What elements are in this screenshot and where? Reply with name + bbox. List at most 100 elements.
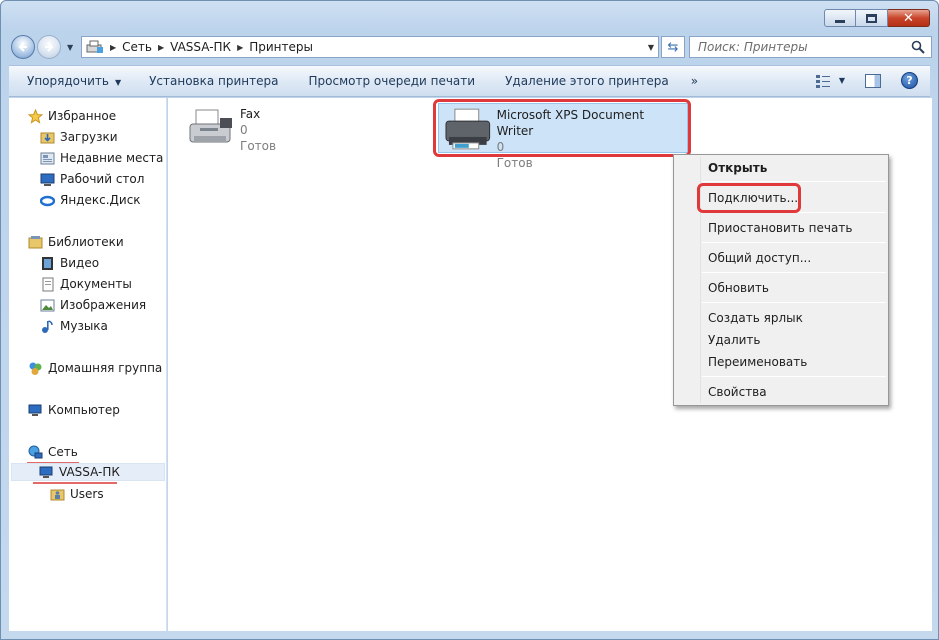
- nav-item-video[interactable]: Видео: [39, 254, 99, 272]
- nav-item-vassa-pc[interactable]: VASSA-ПК: [11, 463, 165, 481]
- address-dropdown-icon[interactable]: ▼: [648, 43, 654, 52]
- chevron-right-icon[interactable]: ▶: [158, 43, 164, 52]
- menu-item-delete[interactable]: Удалить: [708, 333, 761, 347]
- navigation-pane: Избранное Загрузки Недавние места Рабочи…: [9, 98, 167, 631]
- nav-item-network[interactable]: Сеть: [27, 443, 78, 461]
- printers-folder-icon: [86, 40, 103, 53]
- chevron-down-icon: ▼: [114, 78, 122, 87]
- nav-item-downloads[interactable]: Загрузки: [39, 128, 118, 146]
- view-dropdown-icon[interactable]: ▼: [839, 76, 845, 85]
- annotation-highlight-connect: [697, 183, 801, 213]
- nav-item-documents[interactable]: Документы: [39, 275, 132, 293]
- forward-button[interactable]: [37, 35, 61, 59]
- nav-label: Рабочий стол: [60, 172, 145, 186]
- refresh-button[interactable]: ⇆: [661, 36, 685, 58]
- search-box[interactable]: [689, 36, 932, 58]
- chevron-right-icon[interactable]: ▶: [237, 43, 243, 52]
- minimize-button[interactable]: [824, 9, 856, 27]
- chevron-right-icon[interactable]: ▶: [110, 43, 116, 52]
- navigation-row: ▼ ▶ Сеть ▶ VASSA-ПК ▶ Принтеры ▼ ⇆: [9, 33, 932, 61]
- minimize-icon: [835, 19, 845, 23]
- view-queue-button[interactable]: Просмотр очереди печати: [308, 74, 475, 88]
- printer-status: Готов: [496, 156, 533, 170]
- printer-status: Готов: [240, 139, 277, 153]
- preview-pane-icon[interactable]: [865, 73, 881, 88]
- desktop-icon: [39, 171, 55, 187]
- view-controls: ▼ ?: [815, 72, 918, 89]
- nav-item-recent-places[interactable]: Недавние места: [39, 149, 163, 167]
- nav-label: Домашняя группа: [48, 361, 163, 375]
- computer-icon: [38, 464, 54, 480]
- menu-item-rename[interactable]: Переименовать: [708, 355, 807, 369]
- nav-label: Компьютер: [48, 403, 120, 417]
- network-icon: [27, 444, 43, 460]
- annotation-highlight-printer: [433, 99, 691, 157]
- add-printer-button[interactable]: Установка принтера: [149, 74, 278, 88]
- breadcrumb-network[interactable]: Сеть: [122, 40, 152, 54]
- printer-item-fax[interactable]: Fax 0 Готов: [186, 106, 276, 154]
- arrow-right-icon: [45, 42, 54, 52]
- caption-buttons: ✕: [824, 9, 930, 27]
- nav-label: VASSA-ПК: [59, 465, 120, 479]
- video-icon: [39, 255, 55, 271]
- menu-separator: [702, 181, 886, 182]
- nav-label: Яндекс.Диск: [60, 193, 141, 207]
- menu-separator: [702, 376, 886, 377]
- libraries-icon: [27, 234, 43, 250]
- printer-text: Fax 0 Готов: [240, 106, 276, 154]
- nav-label: Загрузки: [60, 130, 118, 144]
- menu-separator: [702, 242, 886, 243]
- recent-pages-dropdown[interactable]: ▼: [67, 43, 73, 52]
- close-button[interactable]: ✕: [888, 9, 930, 27]
- nav-label: Библиотеки: [48, 235, 124, 249]
- more-commands-button[interactable]: »: [691, 74, 698, 88]
- computer-icon: [27, 402, 43, 418]
- help-icon[interactable]: ?: [901, 72, 918, 89]
- fax-icon: [189, 109, 232, 143]
- homegroup-icon: [27, 360, 43, 376]
- recent-places-icon: [39, 150, 55, 166]
- arrow-left-icon: [18, 42, 27, 52]
- menu-item-properties[interactable]: Свойства: [708, 385, 767, 399]
- music-icon: [39, 318, 55, 334]
- refresh-icon: ⇆: [667, 39, 679, 55]
- nav-label: Видео: [60, 256, 100, 270]
- downloads-folder-icon: [39, 129, 55, 145]
- nav-label: Недавние места: [60, 151, 164, 165]
- back-button[interactable]: [11, 35, 35, 59]
- menu-item-sharing[interactable]: Общий доступ...: [708, 251, 811, 265]
- nav-item-homegroup[interactable]: Домашняя группа: [27, 359, 162, 377]
- nav-item-computer[interactable]: Компьютер: [27, 401, 120, 419]
- delete-printer-button[interactable]: Удаление этого принтера: [505, 74, 669, 88]
- breadcrumb-printers[interactable]: Принтеры: [249, 40, 313, 54]
- nav-item-music[interactable]: Музыка: [39, 317, 108, 335]
- breadcrumb-vassa-pc[interactable]: VASSA-ПК: [170, 40, 231, 54]
- pictures-icon: [39, 297, 55, 313]
- nav-item-users[interactable]: Users: [49, 485, 104, 503]
- nav-label: Изображения: [60, 298, 147, 312]
- menu-item-open[interactable]: Открыть: [708, 161, 767, 175]
- nav-item-desktop[interactable]: Рабочий стол: [39, 170, 144, 188]
- organize-menu-button[interactable]: Упорядочить ▼: [27, 74, 121, 88]
- shared-folder-icon: [49, 486, 65, 502]
- view-options-icon[interactable]: [815, 73, 831, 89]
- printer-jobs: 0: [240, 123, 248, 137]
- nav-item-yandex-disk[interactable]: Яндекс.Диск: [39, 191, 141, 209]
- menu-separator: [702, 302, 886, 303]
- menu-item-refresh[interactable]: Обновить: [708, 281, 769, 295]
- command-bar: Упорядочить ▼ Установка принтера Просмотр…: [9, 65, 930, 97]
- nav-item-libraries[interactable]: Библиотеки: [27, 233, 124, 251]
- nav-label: Users: [70, 487, 104, 501]
- nav-label: Музыка: [60, 319, 108, 333]
- nav-item-pictures[interactable]: Изображения: [39, 296, 146, 314]
- nav-item-favorites[interactable]: Избранное: [27, 107, 116, 125]
- address-bar[interactable]: ▶ Сеть ▶ VASSA-ПК ▶ Принтеры ▼: [81, 36, 659, 58]
- nav-label: Сеть: [48, 445, 78, 459]
- star-icon: [27, 108, 43, 124]
- search-input[interactable]: [698, 40, 898, 54]
- menu-item-create-shortcut[interactable]: Создать ярлык: [708, 311, 803, 325]
- search-icon[interactable]: [911, 40, 925, 54]
- maximize-button[interactable]: [856, 9, 888, 27]
- menu-item-pause-printing[interactable]: Приостановить печать: [708, 221, 852, 235]
- menu-separator: [702, 272, 886, 273]
